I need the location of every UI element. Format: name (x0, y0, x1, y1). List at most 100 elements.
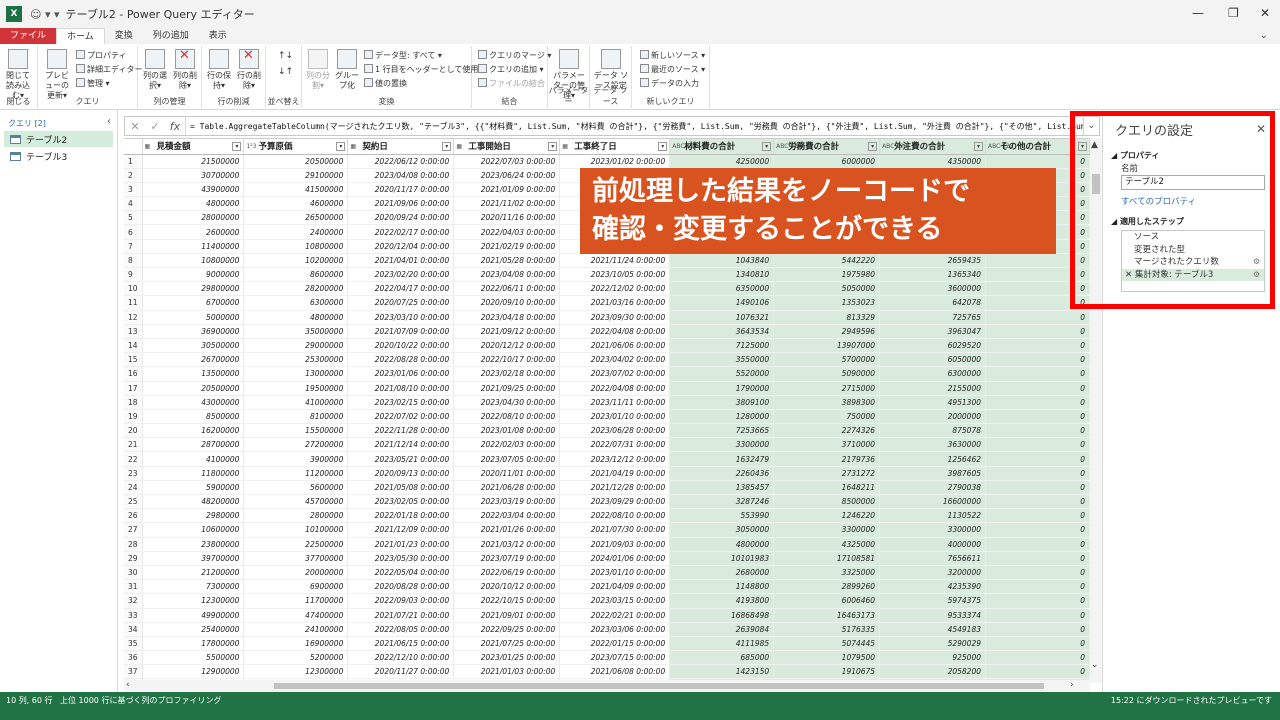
table-cell[interactable]: 2021/09/06 0:00:00 (347, 196, 455, 212)
enter-data-button[interactable]: データの入力 (640, 78, 699, 90)
table-cell[interactable]: 2021/06/08 0:00:00 (559, 664, 671, 680)
row-number[interactable]: 15 (124, 352, 143, 368)
table-cell[interactable]: 3300000 (773, 522, 881, 538)
table-cell[interactable]: 0 (985, 253, 1090, 269)
table-cell[interactable]: 3963047 (879, 324, 986, 339)
table-cell[interactable]: 39700000 (142, 551, 245, 566)
table-row[interactable]: 25 48200000 45700000 2023/02/05 0:00:00 2023… (124, 494, 1090, 510)
applied-step[interactable]: マージされたクエリ数 ⚙ (1122, 256, 1264, 269)
table-cell[interactable]: 20000000 (243, 565, 349, 581)
table-cell[interactable]: 17800000 (142, 636, 245, 652)
table-cell[interactable]: 0 (985, 338, 1090, 354)
table-cell[interactable]: 0 (985, 622, 1090, 637)
table-cell[interactable]: 2023/02/05 0:00:00 (347, 494, 455, 510)
table-cell[interactable]: 2023/12/12 0:00:00 (559, 451, 671, 467)
table-cell[interactable]: 35000000 (243, 324, 349, 339)
table-cell[interactable]: 16463173 (773, 608, 881, 623)
table-cell[interactable]: 1632479 (669, 451, 775, 467)
row-number[interactable]: 26 (124, 508, 143, 524)
row-number[interactable]: 3 (124, 182, 143, 198)
table-cell[interactable]: 6050000 (879, 352, 986, 368)
filter-dropdown-icon[interactable]: ▾ (658, 142, 668, 151)
recent-sources-button[interactable]: 最近のソース ▾ (640, 64, 705, 76)
table-cell[interactable]: 3630000 (879, 437, 986, 453)
table-cell[interactable]: 29100000 (243, 168, 349, 183)
table-cell[interactable]: 25400000 (142, 622, 245, 637)
tab-file[interactable]: ファイル (0, 28, 57, 44)
table-cell[interactable]: 2023/09/30 0:00:00 (559, 310, 671, 325)
table-cell[interactable]: 5000000 (142, 310, 245, 325)
table-cell[interactable]: 11200000 (243, 466, 349, 481)
table-cell[interactable]: 2731272 (773, 466, 881, 481)
column-header[interactable]: ABC 123労務費の合計 ▾ (773, 139, 881, 155)
table-cell[interactable]: 2021/05/08 0:00:00 (347, 480, 455, 496)
tab-view[interactable]: 表示 (199, 28, 237, 44)
table-cell[interactable]: 2020/12/12 0:00:00 (453, 338, 561, 354)
table-cell[interactable]: 2022/04/08 0:00:00 (559, 324, 671, 339)
table-cell[interactable]: 2023/07/02 0:00:00 (559, 366, 671, 382)
row-number[interactable]: 5 (124, 210, 143, 226)
table-cell[interactable]: 2022/07/03 0:00:00 (453, 154, 561, 169)
table-cell[interactable]: 2022/12/02 0:00:00 (559, 281, 671, 297)
table-cell[interactable]: 10101983 (669, 551, 775, 566)
table-cell[interactable]: 2021/12/28 0:00:00 (559, 480, 671, 496)
table-cell[interactable]: 2021/05/28 0:00:00 (453, 253, 561, 269)
table-cell[interactable]: 2020/11/17 0:00:00 (347, 182, 455, 198)
filter-dropdown-icon[interactable]: ▾ (232, 142, 242, 151)
table-cell[interactable]: 1076321 (669, 310, 775, 325)
table-cell[interactable]: 2021/04/19 0:00:00 (559, 466, 671, 481)
table-cell[interactable]: 2022/04/08 0:00:00 (559, 381, 671, 396)
table-cell[interactable]: 1340810 (669, 267, 775, 283)
combine-files-button[interactable]: ファイルの結合 (478, 78, 545, 90)
table-cell[interactable]: 5200000 (243, 650, 349, 666)
table-cell[interactable]: 5176335 (773, 622, 881, 637)
table-cell[interactable]: 2021/09/25 0:00:00 (453, 381, 561, 396)
table-cell[interactable]: 2022/08/05 0:00:00 (347, 622, 455, 637)
table-cell[interactable]: 11400000 (142, 239, 245, 254)
table-cell[interactable]: 2022/06/19 0:00:00 (453, 565, 561, 581)
horizontal-scroll-thumb[interactable] (274, 683, 1044, 689)
table-cell[interactable]: 10800000 (142, 253, 245, 269)
table-cell[interactable]: 750000 (773, 409, 881, 425)
table-cell[interactable]: 1790000 (669, 381, 775, 396)
row-number[interactable]: 9 (124, 267, 143, 283)
table-row[interactable]: 35 17800000 16900000 2021/06/15 0:00:00 2021… (124, 636, 1090, 652)
table-cell[interactable]: 5600000 (243, 480, 349, 496)
table-cell[interactable]: 2023/03/10 0:00:00 (347, 310, 455, 325)
table-cell[interactable]: 5700000 (773, 352, 881, 368)
table-row[interactable]: 30 21200000 20000000 2022/05/04 0:00:00 2022… (124, 565, 1090, 581)
table-cell[interactable]: 5090000 (773, 366, 881, 382)
table-cell[interactable]: 2022/12/10 0:00:00 (347, 650, 455, 666)
table-cell[interactable]: 2021/01/09 0:00:00 (453, 182, 561, 198)
table-cell[interactable]: 0 (985, 423, 1090, 439)
table-cell[interactable]: 8600000 (243, 267, 349, 283)
refresh-preview-button[interactable]: プレビューの更新▾ (42, 49, 72, 101)
table-row[interactable]: 21 28700000 27200000 2021/12/14 0:00:00 2022… (124, 437, 1090, 453)
table-cell[interactable]: 3300000 (879, 522, 986, 538)
table-row[interactable]: 33 49900000 47400000 2021/07/21 0:00:00 2021… (124, 608, 1090, 623)
table-cell[interactable]: 5900000 (142, 480, 245, 496)
sort-ascending-icon[interactable]: ↑↓ (278, 50, 293, 62)
table-cell[interactable]: 6000000 (773, 154, 881, 169)
table-cell[interactable]: 1043840 (669, 253, 775, 269)
table-cell[interactable]: 5520000 (669, 366, 775, 382)
table-cell[interactable]: 4800000 (142, 196, 245, 212)
tab-transform[interactable]: 変換 (105, 28, 143, 44)
table-cell[interactable]: 2022/09/03 0:00:00 (347, 593, 455, 609)
table-cell[interactable]: 1385457 (669, 480, 775, 496)
table-cell[interactable]: 2020/12/04 0:00:00 (347, 239, 455, 254)
table-cell[interactable]: 0 (985, 636, 1090, 652)
group-by-button[interactable]: グループ化 (333, 49, 361, 91)
table-cell[interactable]: 2023/04/02 0:00:00 (559, 352, 671, 368)
table-cell[interactable]: 0 (985, 352, 1090, 368)
table-cell[interactable]: 8500000 (142, 409, 245, 425)
table-cell[interactable]: 0 (985, 537, 1090, 552)
properties-section-header[interactable]: ◢ プロパティ (1111, 150, 1159, 161)
table-cell[interactable]: 1256462 (879, 451, 986, 467)
table-cell[interactable]: 4951300 (879, 395, 986, 410)
table-cell[interactable]: 20500000 (243, 154, 349, 169)
manage-button[interactable]: 管理 ▾ (76, 78, 110, 90)
table-cell[interactable]: 2020/11/27 0:00:00 (347, 664, 455, 680)
row-number[interactable]: 28 (124, 537, 143, 552)
table-cell[interactable]: 0 (985, 522, 1090, 538)
